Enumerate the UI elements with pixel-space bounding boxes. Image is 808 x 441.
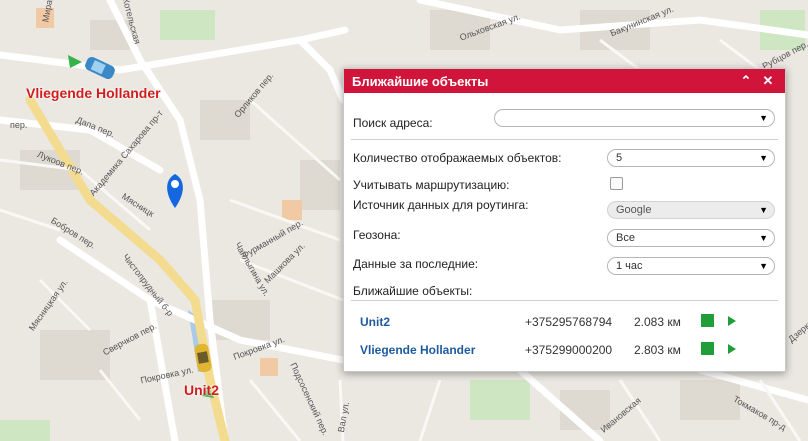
divider [351,300,778,301]
address-label: Поиск адреса: [353,116,433,130]
geozone-value: Все [616,232,635,244]
result-distance: 2.803 км [634,343,681,357]
count-select[interactable]: 5 ▼ [607,149,775,167]
dropdown-arrow-icon: ▼ [759,233,768,243]
dropdown-arrow-icon: ▼ [759,113,768,123]
period-value: 1 час [616,260,643,272]
result-unit-name[interactable]: Unit2 [360,315,390,329]
results-heading-row: Ближайшие объекты: [353,284,776,298]
routing-source-select[interactable]: Google ▼ [607,201,775,219]
map-unit-label[interactable]: Unit2 [184,382,219,398]
dropdown-arrow-icon: ▼ [759,205,768,215]
result-unit-name[interactable]: Vliegende Hollander [360,343,475,357]
period-select[interactable]: 1 час ▼ [607,257,775,275]
routing-label: Учитывать маршрутизацию: [353,178,510,192]
close-icon[interactable]: ✕ [759,73,777,89]
map-unit-label[interactable]: Vliegende Hollander [26,85,161,101]
dropdown-arrow-icon: ▼ [759,153,768,163]
stop-icon[interactable] [701,314,714,327]
source-label: Источник данных для роутинга: [353,198,529,212]
address-search-input[interactable]: ▼ [494,109,775,127]
play-icon[interactable] [728,344,736,354]
geozone-label: Геозона: [353,228,401,242]
results-label: Ближайшие объекты: [353,284,473,298]
result-phone: +375299000200 [525,343,613,357]
routing-checkbox[interactable] [610,177,623,190]
result-phone: +375295768794 [525,315,613,329]
period-label: Данные за последние: [353,257,479,271]
dropdown-arrow-icon: ▼ [759,261,768,271]
source-value: Google [616,204,652,216]
street-label: пер. [10,120,28,130]
divider [351,139,778,140]
routing-row: Учитывать маршрутизацию: [353,178,776,192]
count-value: 5 [616,152,623,164]
double-chevron-up-icon[interactable]: ⌃ [737,73,755,89]
nearest-objects-panel: Ближайшие объекты ⌃ ✕ Поиск адреса: ▼ Ко… [343,68,786,372]
result-row[interactable]: Unit2 +375295768794 2.083 км [353,312,776,332]
stop-icon[interactable] [701,342,714,355]
result-distance: 2.083 км [634,315,681,329]
play-icon[interactable] [728,316,736,326]
panel-header: Ближайшие объекты ⌃ ✕ [344,69,785,93]
result-row[interactable]: Vliegende Hollander +375299000200 2.803 … [353,340,776,360]
geozone-select[interactable]: Все ▼ [607,229,775,247]
count-label: Количество отображаемых объектов: [353,151,562,165]
panel-title: Ближайшие объекты [352,73,489,89]
